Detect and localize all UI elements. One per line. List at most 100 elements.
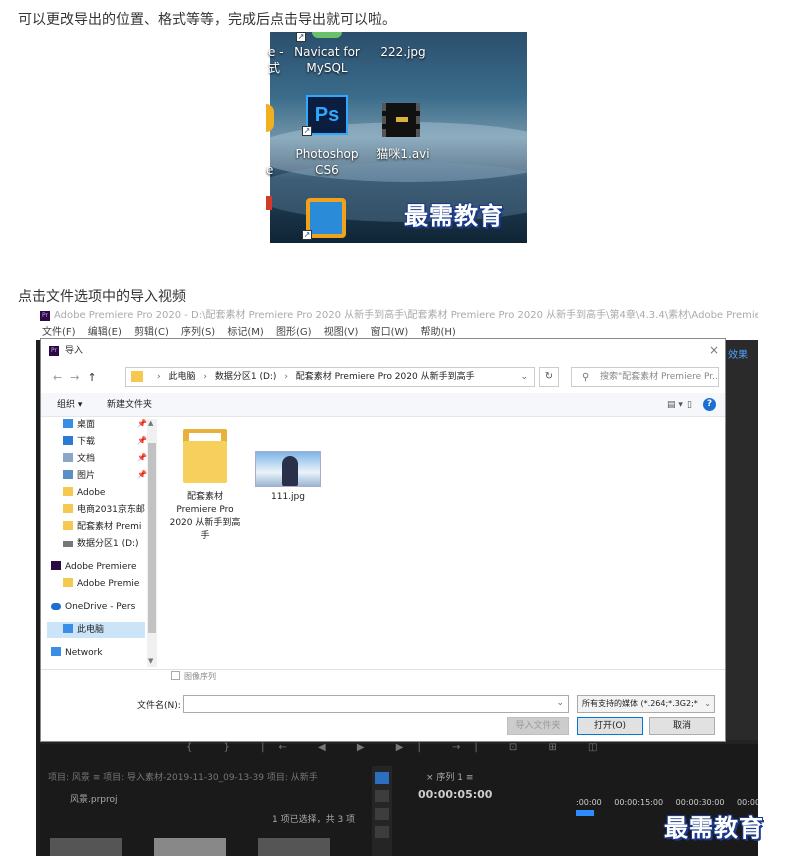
filetype-value: 所有支持的媒体 (*.264;*.3G2;* [582,699,698,708]
forward-arrow-icon[interactable]: → [70,371,87,384]
refresh-button[interactable]: ↻ [539,367,559,387]
clip-thumbnail[interactable] [258,838,330,856]
divider [41,669,725,670]
menu-file[interactable]: 文件(F) [42,327,76,338]
document-icon [63,453,73,462]
icon-label-line: CS6 [315,163,339,177]
clip-thumbnail[interactable] [50,838,122,856]
cancel-button[interactable]: 取消 [649,717,715,735]
razor-tool-icon[interactable] [375,826,389,838]
tree-item-folder[interactable]: 电商2031京东邮 [63,502,147,518]
navicat-label: Navicat for MySQL [290,44,364,76]
menu-clip[interactable]: 剪辑(C) [134,327,169,338]
tree-scrollbar[interactable]: ▲ ▼ [147,419,157,667]
filename-input[interactable]: ⌄ [183,695,569,713]
timecode[interactable]: 00:00:05:00 [418,788,492,801]
menu-help[interactable]: 帮助(H) [421,327,456,338]
tree-item-folder[interactable]: Adobe Premie [63,576,147,592]
partial-icon-label: e [266,163,274,177]
menu-view[interactable]: 视图(V) [324,327,359,338]
playhead-icon[interactable] [576,810,594,816]
tab-sequence[interactable]: × 序列 1 ≡ [426,770,473,783]
selection-tool-icon[interactable] [375,772,389,784]
navigation-tree: 桌面 📌 下载 📌 文档 📌 图片 📌 Adobe 电商2031京东邮 配套素材… [41,417,157,667]
clip-thumbnail[interactable] [154,838,226,856]
close-icon[interactable]: × [709,343,719,357]
menu-markers[interactable]: 标记(M) [227,327,263,338]
tree-item-label: 桌面 [77,420,96,430]
desktop-icon [63,419,73,428]
pin-icon[interactable]: 📌 [137,436,147,445]
ripple-edit-tool-icon[interactable] [375,808,389,820]
timeline-ruler[interactable]: :00:00 00:00:15:00 00:00:30:00 00:00:45:… [576,798,758,807]
tree-item-documents[interactable]: 文档 [63,451,147,467]
back-arrow-icon[interactable]: ← [53,371,70,384]
navicat-icon[interactable] [312,32,342,38]
tree-item-pictures[interactable]: 图片 [63,468,147,484]
open-button[interactable]: 打开(O) [577,717,643,735]
video-file-icon[interactable] [382,103,420,137]
scrollbar-thumb[interactable] [148,443,156,633]
photoshop-icon[interactable]: Ps [306,95,348,135]
checkbox-icon[interactable] [171,671,180,680]
tree-item-drive-d[interactable]: 数据分区1 (D:) [63,536,147,552]
breadcrumb-item[interactable]: 配套素材 Premiere Pro 2020 从新手到高手 [296,372,475,382]
tree-item-downloads[interactable]: 下载 [63,434,147,450]
folder-label[interactable]: 配套素材 Premiere Pro 2020 从新手到高 手 [165,491,245,543]
chevron-down-icon[interactable]: ▼ [148,657,153,665]
tree-item-premiere[interactable]: Adobe Premiere [51,559,147,575]
menu-graphics[interactable]: 图形(G) [276,327,312,338]
import-folder-button[interactable]: 导入文件夹 [507,717,569,735]
help-icon[interactable]: ? [703,398,716,411]
playback-controls[interactable]: { } |← ◀ ▶ ▶| →| ⊡ ⊞ ◫ [186,742,611,753]
breadcrumb-item[interactable]: 此电脑 [168,372,195,382]
organize-button[interactable]: 组织 ▾ [57,393,82,417]
navigation-buttons: ←→↑ [53,371,105,384]
menu-window[interactable]: 窗口(W) [371,327,409,338]
image-thumbnail[interactable] [255,451,321,487]
file-label-line: 配套素材 [186,492,223,502]
chevron-down-icon[interactable]: ⌄ [556,698,564,708]
window-title-bar: Pr Adobe Premiere Pro 2020 - D:\配套素材 Pre… [36,306,758,326]
pin-icon[interactable]: 📌 [137,470,147,479]
folder-icon [63,521,73,530]
tree-item-network[interactable]: Network [51,645,147,661]
chevron-right-icon[interactable]: › [157,372,161,382]
chevron-down-icon[interactable]: ⌄ [520,368,528,386]
project-tabs[interactable]: 项目: 风景 ≡ 项目: 导入素材-2019-11-30_09-13-39 项目… [48,770,318,783]
tree-item-adobe[interactable]: Adobe [63,485,147,501]
chevron-down-icon[interactable]: ⌄ [704,696,711,712]
image-file-label[interactable]: 111.jpg [255,491,321,504]
file-list: 配套素材 Premiere Pro 2020 从新手到高 手 111.jpg [161,421,721,671]
vmware-icon[interactable] [306,198,346,238]
image-sequence-checkbox[interactable]: 图像序列 [171,671,216,682]
pin-icon[interactable]: 📌 [137,419,147,428]
tree-item-desktop[interactable]: 桌面 [63,417,147,433]
file-label-line: 手 [200,531,210,541]
pin-icon[interactable]: 📌 [137,453,147,462]
menu-edit[interactable]: 编辑(E) [88,327,122,338]
chevron-right-icon[interactable]: › [284,372,288,382]
preview-pane-icon[interactable]: ▯ [687,393,692,417]
filetype-select[interactable]: 所有支持的媒体 (*.264;*.3G2;* ⌄ [577,695,715,713]
address-bar[interactable]: › 此电脑 › 数据分区1 (D:) › 配套素材 Premiere Pro 2… [125,367,535,387]
tree-item-folder[interactable]: 配套素材 Premi [63,519,147,535]
chevron-right-icon[interactable]: › [203,372,207,382]
search-input[interactable]: ⚲ 搜索"配套素材 Premiere Pr... [571,367,719,387]
tree-item-onedrive[interactable]: OneDrive - Pers [51,599,147,615]
track-select-tool-icon[interactable] [375,790,389,802]
breadcrumb-item[interactable]: 数据分区1 (D:) [215,372,277,382]
watermark: 最需教育 [664,813,764,842]
partial-icon-label: e - [268,45,284,59]
tree-item-this-pc[interactable]: 此电脑 [47,622,145,638]
up-arrow-icon[interactable]: ↑ [87,371,104,384]
premiere-logo-icon: Pr [40,311,50,321]
new-folder-button[interactable]: 新建文件夹 [107,393,152,417]
checkbox-label: 图像序列 [184,672,216,681]
folder-icon[interactable] [183,429,227,483]
menu-sequence[interactable]: 序列(S) [181,327,215,338]
network-icon [51,647,61,656]
tab-effects[interactable]: 效果 [728,346,748,361]
view-options-icon[interactable]: ▤ ▾ [667,393,683,417]
chevron-up-icon[interactable]: ▲ [148,419,153,427]
